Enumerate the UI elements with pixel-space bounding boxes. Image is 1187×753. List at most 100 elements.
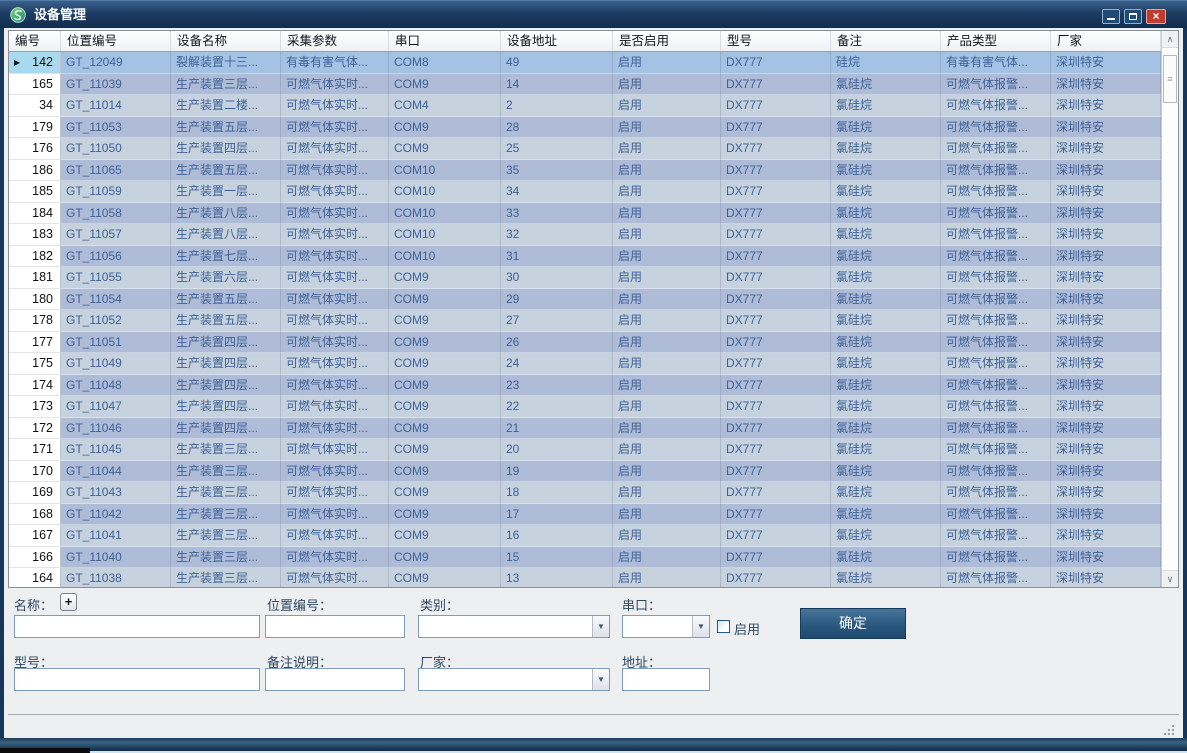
table-cell[interactable]: 49	[501, 52, 613, 74]
table-cell[interactable]: 可燃气体报警...	[941, 504, 1051, 526]
table-row[interactable]: 168GT_11042生产装置三层...可燃气体实时...COM917启用DX7…	[9, 504, 1161, 526]
table-cell[interactable]: 启用	[613, 568, 721, 587]
table-cell[interactable]: 生产装置三层...	[171, 547, 281, 569]
table-cell[interactable]: 深圳特安	[1051, 418, 1161, 440]
table-cell[interactable]: GT_11050	[61, 138, 171, 160]
table-cell[interactable]: 可燃气体实时...	[281, 568, 389, 587]
table-cell[interactable]: GT_11041	[61, 525, 171, 547]
table-cell[interactable]: 可燃气体报警...	[941, 138, 1051, 160]
row-header-cell[interactable]: 177	[9, 332, 61, 354]
table-cell[interactable]: 启用	[613, 181, 721, 203]
table-cell[interactable]: 深圳特安	[1051, 375, 1161, 397]
table-row[interactable]: 34GT_11014生产装置二楼...可燃气体实时...COM42启用DX777…	[9, 95, 1161, 117]
table-row[interactable]: 175GT_11049生产装置四层...可燃气体实时...COM924启用DX7…	[9, 353, 1161, 375]
resize-grip[interactable]	[1164, 725, 1166, 727]
table-cell[interactable]: COM9	[389, 525, 501, 547]
titlebar[interactable]: 设备管理 ×	[0, 0, 1187, 28]
table-cell[interactable]: 氯硅烷	[831, 181, 941, 203]
table-cell[interactable]: GT_12049	[61, 52, 171, 74]
table-cell[interactable]: GT_11039	[61, 74, 171, 96]
table-cell[interactable]: 启用	[613, 482, 721, 504]
table-cell[interactable]: 可燃气体报警...	[941, 396, 1051, 418]
table-cell[interactable]: GT_11048	[61, 375, 171, 397]
table-cell[interactable]: 可燃气体报警...	[941, 461, 1051, 483]
table-cell[interactable]: 2	[501, 95, 613, 117]
table-cell[interactable]: DX777	[721, 224, 831, 246]
row-header-cell[interactable]: 171	[9, 439, 61, 461]
table-cell[interactable]: 生产装置五层...	[171, 289, 281, 311]
table-cell[interactable]: DX777	[721, 504, 831, 526]
table-cell[interactable]: 可燃气体报警...	[941, 439, 1051, 461]
table-cell[interactable]: 启用	[613, 525, 721, 547]
column-header[interactable]: 采集参数	[281, 31, 389, 52]
table-cell[interactable]: 深圳特安	[1051, 310, 1161, 332]
table-cell[interactable]: COM8	[389, 52, 501, 74]
row-header-cell[interactable]: 170	[9, 461, 61, 483]
table-cell[interactable]: 可燃气体实时...	[281, 138, 389, 160]
table-cell[interactable]: COM9	[389, 547, 501, 569]
table-row[interactable]: 185GT_11059生产装置一层...可燃气体实时...COM1034启用DX…	[9, 181, 1161, 203]
table-cell[interactable]: 氯硅烷	[831, 375, 941, 397]
table-cell[interactable]: GT_11052	[61, 310, 171, 332]
column-header[interactable]: 产品类型	[941, 31, 1051, 52]
table-cell[interactable]: 启用	[613, 203, 721, 225]
table-cell[interactable]: DX777	[721, 418, 831, 440]
table-cell[interactable]: 可燃气体实时...	[281, 375, 389, 397]
table-cell[interactable]: 13	[501, 568, 613, 587]
row-header-cell[interactable]: 34	[9, 95, 61, 117]
table-cell[interactable]: GT_11040	[61, 547, 171, 569]
table-cell[interactable]: 可燃气体实时...	[281, 267, 389, 289]
table-cell[interactable]: 启用	[613, 310, 721, 332]
table-cell[interactable]: 深圳特安	[1051, 396, 1161, 418]
table-cell[interactable]: 20	[501, 439, 613, 461]
table-cell[interactable]: 可燃气体报警...	[941, 181, 1051, 203]
table-cell[interactable]: 氯硅烷	[831, 525, 941, 547]
table-cell[interactable]: COM9	[389, 332, 501, 354]
table-cell[interactable]: COM9	[389, 568, 501, 587]
table-cell[interactable]: DX777	[721, 246, 831, 268]
table-cell[interactable]: 氯硅烷	[831, 138, 941, 160]
table-cell[interactable]: 启用	[613, 160, 721, 182]
table-cell[interactable]: GT_11055	[61, 267, 171, 289]
table-cell[interactable]: GT_11047	[61, 396, 171, 418]
table-cell[interactable]: 氯硅烷	[831, 117, 941, 139]
column-header[interactable]: 串口	[389, 31, 501, 52]
table-cell[interactable]: GT_11038	[61, 568, 171, 587]
table-cell[interactable]: 可燃气体报警...	[941, 117, 1051, 139]
row-header-cell[interactable]: 183	[9, 224, 61, 246]
table-cell[interactable]: 可燃气体报警...	[941, 547, 1051, 569]
table-cell[interactable]: 可燃气体报警...	[941, 74, 1051, 96]
table-cell[interactable]: 氯硅烷	[831, 396, 941, 418]
table-cell[interactable]: 可燃气体实时...	[281, 203, 389, 225]
table-cell[interactable]: 生产装置三层...	[171, 504, 281, 526]
row-header-cell[interactable]: 173	[9, 396, 61, 418]
table-cell[interactable]: 氯硅烷	[831, 203, 941, 225]
table-cell[interactable]: DX777	[721, 52, 831, 74]
maximize-button[interactable]	[1124, 9, 1142, 24]
table-cell[interactable]: COM9	[389, 396, 501, 418]
name-input[interactable]	[14, 615, 260, 638]
table-cell[interactable]: 深圳特安	[1051, 289, 1161, 311]
table-cell[interactable]: GT_11042	[61, 504, 171, 526]
table-cell[interactable]: 深圳特安	[1051, 504, 1161, 526]
table-row[interactable]: 169GT_11043生产装置三层...可燃气体实时...COM918启用DX7…	[9, 482, 1161, 504]
table-cell[interactable]: 生产装置七层...	[171, 246, 281, 268]
table-cell[interactable]: DX777	[721, 482, 831, 504]
row-header-cell[interactable]: 172	[9, 418, 61, 440]
table-cell[interactable]: 生产装置四层...	[171, 418, 281, 440]
row-header-cell[interactable]: 167	[9, 525, 61, 547]
table-cell[interactable]: DX777	[721, 203, 831, 225]
table-cell[interactable]: 深圳特安	[1051, 267, 1161, 289]
table-cell[interactable]: 深圳特安	[1051, 439, 1161, 461]
table-cell[interactable]: 生产装置三层...	[171, 74, 281, 96]
table-cell[interactable]: 生产装置四层...	[171, 375, 281, 397]
row-header-cell[interactable]: 180	[9, 289, 61, 311]
table-cell[interactable]: DX777	[721, 117, 831, 139]
table-cell[interactable]: 有毒有害气体...	[941, 52, 1051, 74]
table-cell[interactable]: 15	[501, 547, 613, 569]
row-header-cell[interactable]: 164	[9, 568, 61, 587]
table-row[interactable]: 186GT_11065生产装置五层...可燃气体实时...COM1035启用DX…	[9, 160, 1161, 182]
column-header[interactable]: 是否启用	[613, 31, 721, 52]
table-cell[interactable]: DX777	[721, 160, 831, 182]
table-row[interactable]: 183GT_11057生产装置八层...可燃气体实时...COM1032启用DX…	[9, 224, 1161, 246]
